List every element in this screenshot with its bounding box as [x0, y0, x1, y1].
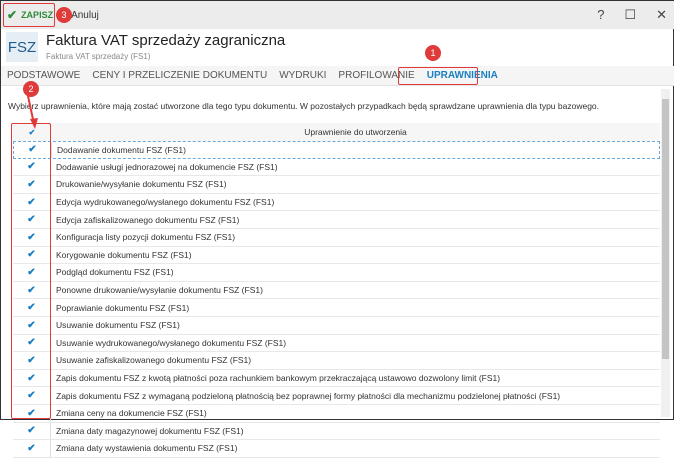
- row-checkbox[interactable]: ✔: [13, 422, 51, 440]
- table-row[interactable]: ✔ Zmiana daty wystawienia dokumentu FSZ (…: [13, 440, 660, 458]
- annotation-arrow: [27, 95, 38, 129]
- permission-label: Zmiana daty wystawienia dokumentu FSZ (F…: [56, 443, 238, 454]
- permission-label: Zmiana daty magazynowej dokumentu FSZ (F…: [56, 425, 244, 436]
- table-row[interactable]: ✔ Zmiana daty magazynowej dokumentu FSZ (…: [13, 422, 660, 441]
- check-icon: ✔: [27, 425, 36, 437]
- row-checkbox[interactable]: ✔: [13, 440, 51, 457]
- check-icon: ✔: [27, 442, 36, 454]
